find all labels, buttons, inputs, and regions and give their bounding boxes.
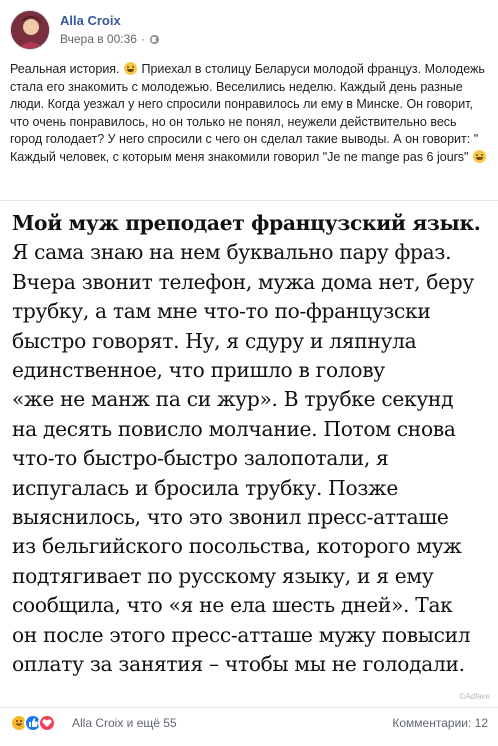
globe-icon <box>149 34 160 45</box>
image-watermark: ©Adfave <box>459 692 490 701</box>
image-line: сообщила, что «я не ела шесть дней». Так <box>12 593 453 618</box>
image-line: Мой муж преподает французский язык. <box>12 211 481 235</box>
image-line: на десять повисло молчание. Потом снова <box>12 416 456 441</box>
meta-separator: · <box>140 32 145 46</box>
image-line: из бельгийского посольства, которого муж <box>12 534 462 559</box>
post-footer: Alla Croix и ещё 55 Комментарии: 12 <box>10 711 488 737</box>
comments-count[interactable]: Комментарии: 12 <box>392 716 488 730</box>
post-meta: Вчера в 00:36 · <box>60 32 160 46</box>
post-image[interactable]: Мой муж преподает французский язык. Я са… <box>0 200 498 708</box>
image-line: Вчера звонит телефон, мужа дома нет, бер… <box>12 269 475 294</box>
love-reaction-icon <box>38 714 56 732</box>
post-time[interactable]: Вчера в 00:36 <box>60 32 137 46</box>
image-line: трубку, а там мне что-то по-французски <box>12 299 431 324</box>
image-line: он после этого пресс-атташе мужу повысил <box>12 622 471 647</box>
image-line: испугалась и бросила трубку. Позже <box>12 475 398 500</box>
image-text: Мой муж преподает французский язык. Я са… <box>12 209 486 680</box>
grinning-emoji <box>472 149 486 163</box>
post-header: Alla Croix Вчера в 00:36 · <box>10 10 488 52</box>
image-line: выяснилось, что это звонил пресс-атташе <box>12 505 449 530</box>
avatar[interactable] <box>10 10 50 50</box>
post-text: Реальная история. Приехал в столицу Бела… <box>10 61 490 167</box>
author-name[interactable]: Alla Croix <box>60 13 121 28</box>
grinning-emoji <box>124 62 138 75</box>
reactions-summary[interactable]: Alla Croix и ещё 55 <box>72 716 177 730</box>
post-text-part: Реальная история. <box>10 62 124 76</box>
reactions-icons[interactable] <box>10 714 56 732</box>
avatar-image <box>11 11 49 49</box>
image-line: что-то быстро-быстро залопотали, я <box>12 446 389 471</box>
post-text-part: Приехал в столицу Беларуси молодой франц… <box>10 62 485 164</box>
image-line: Я сама знаю на нем буквально пару фраз. <box>12 240 452 265</box>
image-line: быстро говорят. Ну, я сдуру и ляпнула <box>12 328 417 353</box>
image-line: подтягивает по русскому языку, и я ему <box>12 563 434 588</box>
image-line: оплату за занятия – чтобы мы не голодали… <box>12 652 465 677</box>
image-line: «же не манж па си жур». В трубке секунд <box>12 387 454 412</box>
image-line: единственное, что пришло в голову <box>12 358 385 383</box>
